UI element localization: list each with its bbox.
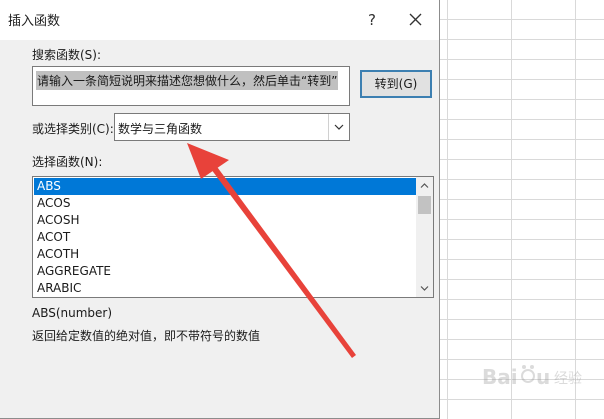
dialog-titlebar: 插入函数 ? [0, 0, 439, 40]
svg-text:经验: 经验 [554, 371, 582, 387]
category-selected-value: 数学与三角函数 [118, 122, 203, 136]
function-list-label: 选择函数(N): [32, 155, 103, 169]
list-item[interactable]: ACOSH [34, 212, 416, 229]
function-description: 返回给定数值的绝对值，即不带符号的数值 [32, 329, 261, 343]
insert-function-dialog: 插入函数 ? 搜索函数(S): 请输入一条简短说明来描述您想做什么，然后单击“转… [0, 0, 440, 419]
svg-text:u: u [536, 365, 550, 389]
list-item[interactable]: ACOT [34, 229, 416, 246]
function-signature: ABS(number) [32, 306, 113, 320]
list-item[interactable]: ACOTH [34, 246, 416, 263]
scroll-down-button[interactable] [416, 280, 433, 297]
help-button[interactable]: ? [359, 8, 385, 32]
dialog-title: 插入函数 [8, 14, 61, 29]
goto-button[interactable]: 转到(G) [360, 70, 432, 98]
svg-text:Bai: Bai [482, 365, 518, 389]
chevron-down-icon [420, 286, 429, 291]
scroll-up-button[interactable] [416, 177, 433, 194]
function-listbox[interactable]: ABS ACOS ACOSH ACOT ACOTH AGGREGATE ARAB… [32, 176, 434, 298]
list-item[interactable]: AGGREGATE [34, 263, 416, 280]
close-icon [409, 13, 421, 26]
chevron-up-icon [420, 183, 429, 188]
list-item[interactable]: ABS [34, 178, 416, 195]
chevron-down-icon [334, 124, 344, 130]
search-input[interactable]: 请输入一条简短说明来描述您想做什么，然后单击“转到” [32, 66, 350, 106]
list-item[interactable]: ARABIC [34, 280, 416, 297]
baidu-paw-logo: Bai u 经验 [482, 365, 582, 389]
category-label: 或选择类别(C): [32, 122, 114, 136]
scrollbar-thumb[interactable] [418, 196, 431, 214]
search-function-label: 搜索函数(S): [32, 48, 102, 62]
search-input-text: 请输入一条简短说明来描述您想做什么，然后单击“转到” [36, 71, 339, 90]
function-list-scrollbar[interactable] [416, 177, 433, 297]
close-button[interactable] [398, 8, 432, 32]
baidu-watermark: Bai u 经验 [480, 358, 600, 398]
category-select[interactable]: 数学与三角函数 [114, 113, 350, 141]
category-dropdown-button[interactable] [328, 114, 349, 140]
list-item[interactable]: ACOS [34, 195, 416, 212]
